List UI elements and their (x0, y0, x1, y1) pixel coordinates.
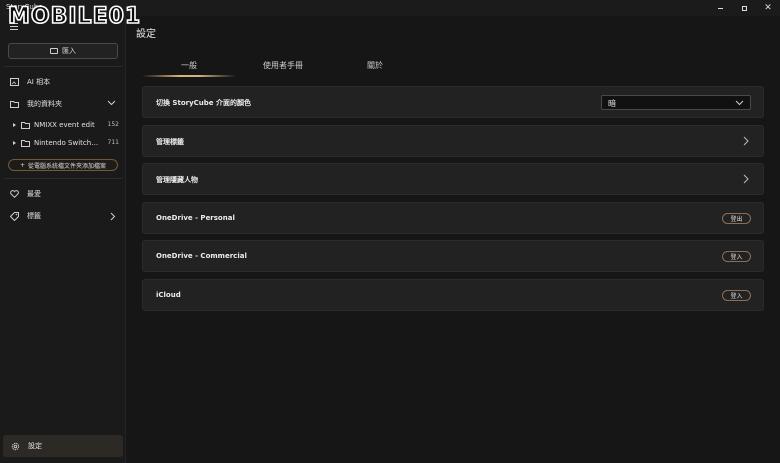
image-import-icon (50, 48, 58, 54)
expand-arrow-icon[interactable] (13, 141, 16, 145)
tab-general[interactable]: 一般 (142, 60, 236, 71)
album-icon (10, 78, 19, 86)
chevron-right-icon (743, 136, 749, 146)
onedrive-personal-label: OneDrive - Personal (156, 214, 235, 222)
folder-icon (10, 100, 19, 108)
window-controls: ✕ (708, 0, 780, 16)
import-button-label: 匯入 (62, 47, 76, 55)
divider (4, 66, 122, 67)
theme-label: 切換 StoryCube 介面的顏色 (156, 99, 251, 107)
plus-icon: + (19, 161, 25, 169)
folder-name: Nintendo Switch 2... (34, 139, 100, 147)
theme-setting-row: 切換 StoryCube 介面的顏色 暗 (142, 86, 764, 118)
chevron-down-icon (735, 100, 744, 106)
theme-select[interactable]: 暗 (601, 95, 751, 110)
chevron-right-icon (743, 174, 749, 184)
chevron-down-icon[interactable] (107, 100, 116, 106)
close-button[interactable]: ✕ (756, 0, 780, 16)
onedrive-commercial-label: OneDrive - Commercial (156, 252, 247, 260)
maximize-icon (741, 5, 747, 11)
sign-in-button[interactable]: 登入 (722, 251, 751, 262)
sign-in-button[interactable]: 登入 (722, 290, 751, 301)
folder-icon (21, 140, 30, 147)
folder-name: NMIXX event edit (34, 121, 95, 129)
sidebar-item-tags[interactable]: 標籤 (0, 208, 126, 224)
folder-count: 711 (107, 139, 119, 146)
sign-out-button[interactable]: 登出 (722, 213, 751, 224)
close-icon: ✕ (764, 2, 772, 13)
theme-select-value: 暗 (608, 99, 616, 108)
add-folder-button[interactable]: + 從電腦系統檔文件夾添加檔案 (8, 159, 118, 171)
add-folder-label: 從電腦系統檔文件夾添加檔案 (28, 162, 107, 170)
folder-icon (21, 122, 30, 129)
tab-user-manual[interactable]: 使用者手冊 (236, 60, 330, 71)
manage-hidden-people-label: 管理隱藏人物 (156, 176, 198, 184)
tab-about[interactable]: 關於 (328, 60, 422, 71)
sidebar-item-label: 我的資料夾 (27, 100, 62, 108)
folder-item[interactable]: Nintendo Switch 2... 711 (0, 137, 126, 151)
expand-arrow-icon[interactable] (13, 123, 16, 127)
sidebar-item-label: 標籤 (27, 212, 41, 220)
sidebar-item-favorites[interactable]: 最愛 (0, 186, 126, 202)
icloud-label: iCloud (156, 291, 181, 299)
folder-count: 152 (107, 121, 119, 128)
maximize-button[interactable] (732, 0, 756, 16)
active-tab-indicator (142, 75, 236, 77)
heart-icon (10, 190, 19, 198)
gear-icon (11, 442, 20, 450)
divider (4, 178, 122, 179)
page-title: 設定 (136, 29, 156, 40)
sidebar-item-ai-album[interactable]: AI 相本 (0, 74, 126, 90)
sidebar-item-settings[interactable]: 設定 (3, 435, 123, 457)
sidebar-item-label: 設定 (28, 442, 42, 450)
sidebar-item-label: AI 相本 (27, 78, 51, 86)
sidebar-item-my-folders[interactable]: 我的資料夾 (0, 96, 126, 112)
tag-icon (10, 211, 19, 221)
chevron-right-icon[interactable] (110, 212, 116, 221)
onedrive-commercial-row: OneDrive - Commercial 登入 (142, 240, 764, 272)
watermark-logo: MOBILE01 (7, 4, 142, 29)
sidebar-item-label: 最愛 (27, 190, 41, 198)
minimize-icon (717, 7, 723, 9)
manage-tags-row[interactable]: 管理標籤 (142, 125, 764, 157)
sidebar: 匯入 AI 相本 我的資料夾 NMIXX event edit 152 Nint… (0, 16, 126, 463)
watermark-text: MOBILE01 (7, 4, 142, 29)
icloud-row: iCloud 登入 (142, 279, 764, 311)
minimize-button[interactable] (708, 0, 732, 16)
manage-hidden-people-row[interactable]: 管理隱藏人物 (142, 163, 764, 195)
manage-tags-label: 管理標籤 (156, 138, 184, 146)
onedrive-personal-row: OneDrive - Personal 登出 (142, 202, 764, 234)
folder-item[interactable]: NMIXX event edit 152 (0, 119, 126, 133)
import-button[interactable]: 匯入 (8, 43, 118, 59)
